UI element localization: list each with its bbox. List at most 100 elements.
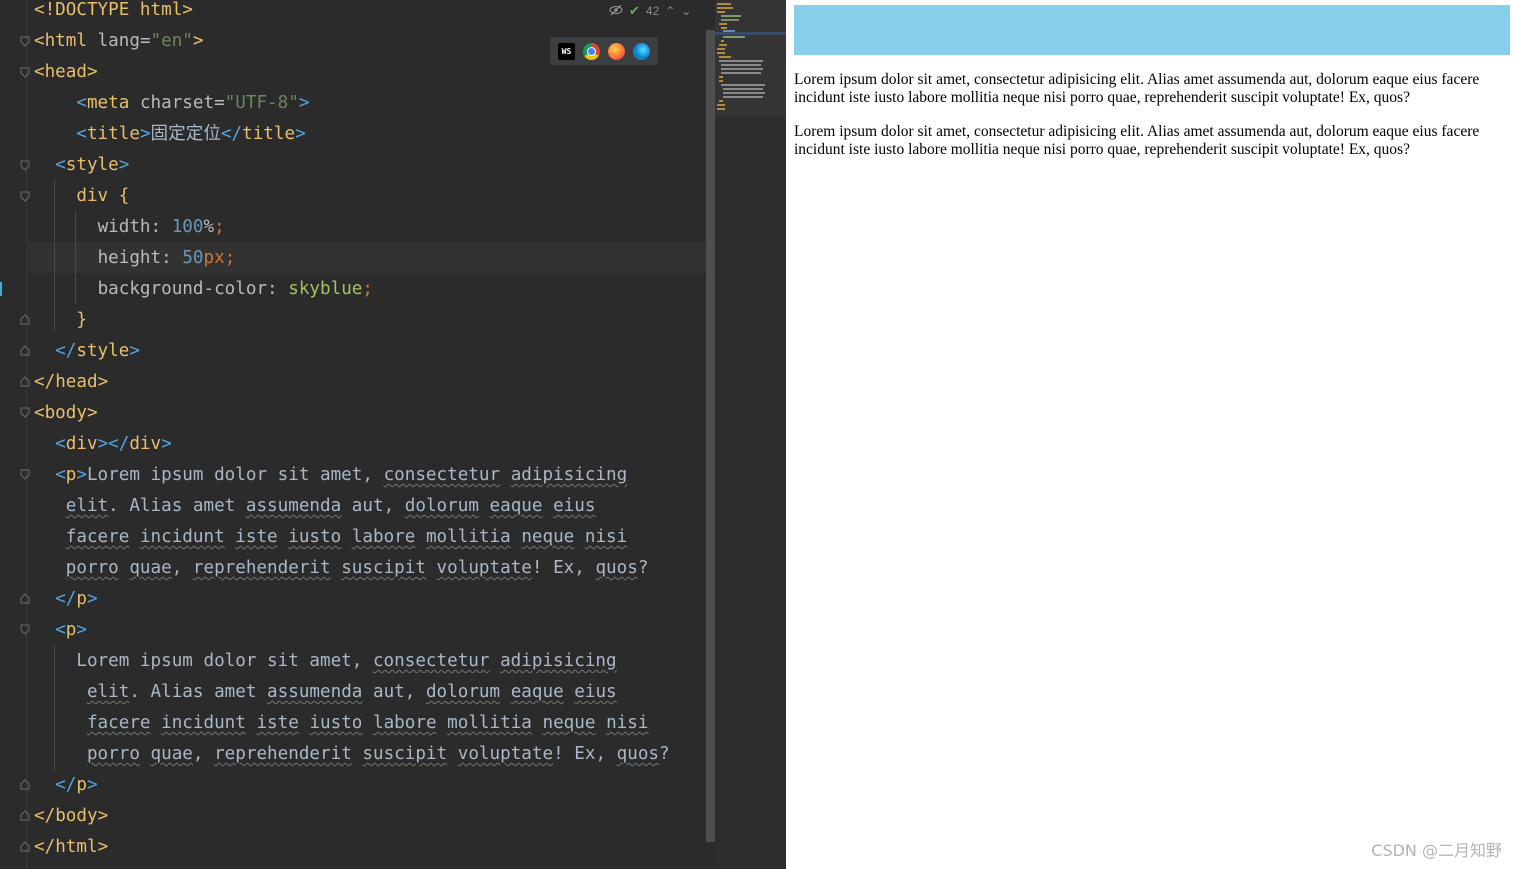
code-word: mollitia: [447, 713, 532, 733]
code-line-19[interactable]: porro quae, reprehenderit suscipit volup…: [34, 553, 649, 584]
fold-open-icon[interactable]: [20, 67, 30, 78]
code-area[interactable]: <!DOCTYPE html> <html lang="en"> <head> …: [26, 0, 706, 869]
eye-crossed-icon[interactable]: [609, 4, 623, 19]
fold-close-icon[interactable]: [20, 841, 30, 852]
chevron-down-icon[interactable]: ⌄: [681, 4, 691, 18]
code-line-17[interactable]: elit. Alias amet assumenda aut, dolorum …: [34, 491, 596, 522]
code-line-25[interactable]: porro quae, reprehenderit suscipit volup…: [34, 739, 670, 770]
fold-close-icon[interactable]: [20, 376, 30, 387]
code-word: eius: [553, 496, 596, 516]
code-line-27[interactable]: </body>: [34, 801, 108, 832]
code-line-13[interactable]: </head>: [34, 367, 108, 398]
semicolon: ;: [362, 279, 373, 299]
tag-name: title: [242, 124, 296, 144]
fold-close-icon[interactable]: [20, 345, 30, 356]
open-bracket: </: [34, 806, 56, 826]
editor-gutter[interactable]: [0, 0, 34, 869]
code-line-18[interactable]: facere incidunt iste iusto labore mollit…: [34, 522, 627, 553]
open-bracket: </: [55, 589, 77, 609]
code-word: adipisicing: [500, 651, 617, 671]
close-bracket: >: [192, 31, 204, 51]
code-line-6[interactable]: <style>: [34, 150, 129, 181]
code-word: incidunt: [139, 527, 225, 547]
open-bracket: </: [55, 341, 77, 361]
code-line-12[interactable]: </style>: [34, 336, 140, 367]
firefox-icon[interactable]: [608, 42, 625, 60]
preview-paragraph-1: Lorem ipsum dolor sit amet, consectetur …: [794, 71, 1480, 106]
code-line-15[interactable]: <div></div>: [34, 429, 172, 460]
browser-picker[interactable]: WS: [550, 37, 658, 65]
fold-close-icon[interactable]: [20, 593, 30, 604]
inspection-widget[interactable]: ✔ 42 ⌃ ⌄: [609, 2, 691, 20]
tag-name: title: [86, 124, 140, 144]
fold-open-icon[interactable]: [20, 160, 30, 171]
code-line-11[interactable]: }: [34, 305, 87, 336]
close-bracket: >: [97, 806, 109, 826]
semicolon: ;: [214, 217, 225, 237]
code-line-20[interactable]: </p>: [34, 584, 97, 615]
code-text: . Alias amet: [129, 682, 257, 702]
fold-open-icon[interactable]: [20, 624, 30, 635]
fold-open-icon[interactable]: [20, 469, 30, 480]
code-word: elit: [65, 496, 109, 516]
tag-name: div: [65, 434, 98, 454]
fold-close-icon[interactable]: [20, 810, 30, 821]
code-line-7[interactable]: div {: [34, 181, 129, 212]
fold-open-icon[interactable]: [20, 191, 30, 202]
close-bracket: >: [161, 434, 172, 454]
code-word: iste: [235, 527, 278, 547]
code-line-21[interactable]: <p>: [34, 615, 87, 646]
code-line-24[interactable]: facere incidunt iste iusto labore mollit…: [34, 708, 648, 739]
code-word: voluptate: [436, 558, 532, 578]
code-word: porro: [65, 558, 119, 578]
code-line-26[interactable]: </p>: [34, 770, 97, 801]
tag-name: p: [65, 465, 77, 485]
code-word: eaque: [489, 496, 543, 516]
code-line-22[interactable]: Lorem ipsum dolor sit amet, consectetur …: [34, 646, 617, 677]
webstorm-icon[interactable]: WS: [558, 42, 575, 60]
code-word: eaque: [510, 682, 564, 702]
close-bracket: >: [97, 837, 109, 857]
tag-name: body: [55, 806, 98, 826]
code-word: suscipit: [362, 744, 448, 764]
code-word: quae: [129, 558, 172, 578]
code-line-9[interactable]: height: 50px;: [34, 243, 236, 274]
fold-close-icon[interactable]: [20, 314, 30, 325]
code-word: incidunt: [161, 713, 246, 733]
code-line-8[interactable]: width: 100%;: [34, 212, 225, 243]
css-number: 50: [182, 248, 204, 268]
code-line-1[interactable]: <!DOCTYPE html>: [34, 0, 193, 26]
code-text: Lorem ipsum dolor sit amet,: [86, 465, 373, 485]
close-bracket: >: [139, 124, 151, 144]
fold-close-icon[interactable]: [20, 779, 30, 790]
tag-name: head: [44, 62, 87, 82]
code-word: eius: [574, 682, 617, 702]
code-line-2[interactable]: <html lang="en">: [34, 26, 204, 57]
open-brace: {: [118, 186, 130, 206]
code-text: ?: [637, 558, 649, 578]
edge-icon[interactable]: [633, 42, 650, 60]
code-line-3[interactable]: <head>: [34, 57, 98, 88]
code-line-10[interactable]: background-color: skyblue;: [34, 274, 373, 305]
css-keyword: skyblue: [288, 279, 363, 299]
code-line-23[interactable]: elit. Alias amet assumenda aut, dolorum …: [34, 677, 617, 708]
chevron-up-icon[interactable]: ⌃: [665, 4, 675, 18]
minimap-viewport[interactable]: [715, 0, 786, 117]
code-word: quos: [595, 558, 638, 578]
close-bracket: >: [76, 620, 87, 640]
fold-open-icon[interactable]: [20, 407, 30, 418]
fold-open-icon[interactable]: [20, 36, 30, 47]
code-line-16[interactable]: <p>Lorem ipsum dolor sit amet, consectet…: [34, 460, 627, 491]
vertical-scrollbar[interactable]: [706, 30, 715, 842]
close-bracket: >: [129, 341, 140, 361]
chrome-icon[interactable]: [583, 42, 600, 60]
code-editor[interactable]: <!DOCTYPE html> <html lang="en"> <head> …: [0, 0, 786, 869]
code-line-4[interactable]: <meta charset="UTF-8">: [34, 88, 309, 119]
code-minimap[interactable]: [715, 0, 786, 869]
code-text: aut,: [351, 496, 395, 516]
code-line-14[interactable]: <body>: [34, 398, 98, 429]
code-word: neque: [542, 713, 596, 733]
css-property: height: [97, 248, 162, 268]
code-line-5[interactable]: <title>固定定位</title>: [34, 119, 305, 150]
code-line-28[interactable]: </html>: [34, 832, 108, 863]
